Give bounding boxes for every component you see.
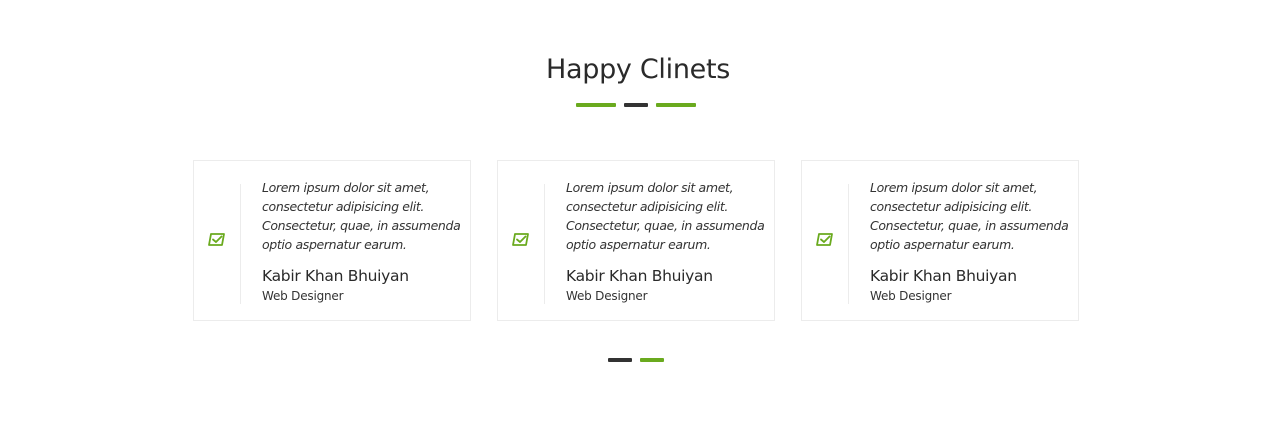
client-name: Kabir Khan Bhuiyan	[566, 267, 713, 285]
divider-bar-right	[656, 103, 696, 107]
card-body: Lorem ipsum dolor sit amet, consectetur …	[566, 178, 766, 304]
client-name: Kabir Khan Bhuiyan	[870, 267, 1017, 285]
card-divider	[544, 184, 545, 304]
divider-bar-left	[576, 103, 616, 107]
carousel-pagination	[608, 358, 664, 362]
section-title: Happy Clinets	[545, 54, 731, 85]
testimonial-carousel: Lorem ipsum dolor sit amet, consectetur …	[193, 160, 1079, 321]
testimonial-quote: Lorem ipsum dolor sit amet, consectetur …	[566, 180, 765, 252]
divider-bar-center	[624, 103, 648, 107]
client-role: Web Designer	[262, 289, 344, 303]
carousel-page-2-button[interactable]	[640, 358, 664, 362]
check-square-icon	[512, 232, 530, 248]
card-body: Lorem ipsum dolor sit amet, consectetur …	[870, 178, 1070, 304]
client-name: Kabir Khan Bhuiyan	[262, 267, 409, 285]
check-square-icon	[816, 232, 834, 248]
card-divider	[240, 184, 241, 304]
testimonial-card: Lorem ipsum dolor sit amet, consectetur …	[193, 160, 471, 321]
card-body: Lorem ipsum dolor sit amet, consectetur …	[262, 178, 462, 304]
testimonial-quote: Lorem ipsum dolor sit amet, consectetur …	[262, 180, 461, 252]
check-square-icon	[208, 232, 226, 248]
carousel-page-1-button[interactable]	[608, 358, 632, 362]
card-divider	[848, 184, 849, 304]
testimonial-quote: Lorem ipsum dolor sit amet, consectetur …	[870, 180, 1069, 252]
testimonial-card: Lorem ipsum dolor sit amet, consectetur …	[801, 160, 1079, 321]
testimonial-card: Lorem ipsum dolor sit amet, consectetur …	[497, 160, 775, 321]
client-role: Web Designer	[870, 289, 952, 303]
title-divider	[576, 103, 696, 107]
client-role: Web Designer	[566, 289, 648, 303]
